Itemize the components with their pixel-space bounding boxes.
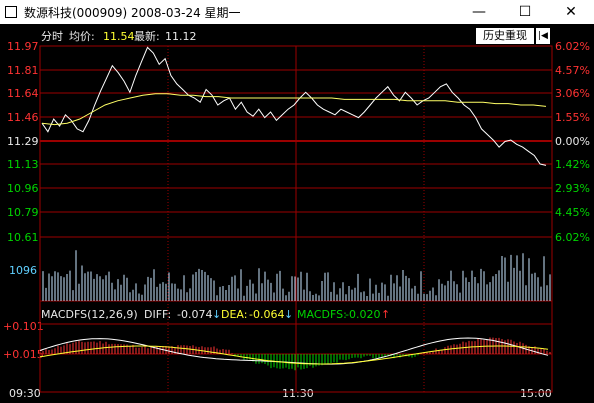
intraday-chart: 分时 均价: 11.54 最新: 11.12 历史重现 |◀ 11.97 11.… [0, 24, 594, 403]
chart-canvas [39, 45, 553, 393]
app-icon [5, 6, 17, 18]
minimize-button[interactable]: — [456, 0, 502, 24]
window-title: 数源科技(000909) 2008-03-24 星期一 [24, 6, 241, 20]
maximize-button[interactable]: ☐ [502, 0, 548, 24]
close-button[interactable]: ✕ [548, 0, 594, 24]
price-line [41, 46, 547, 166]
window-titlebar: 数源科技(000909) 2008-03-24 星期一 — ☐ ✕ [0, 0, 594, 24]
average-line [41, 93, 547, 126]
